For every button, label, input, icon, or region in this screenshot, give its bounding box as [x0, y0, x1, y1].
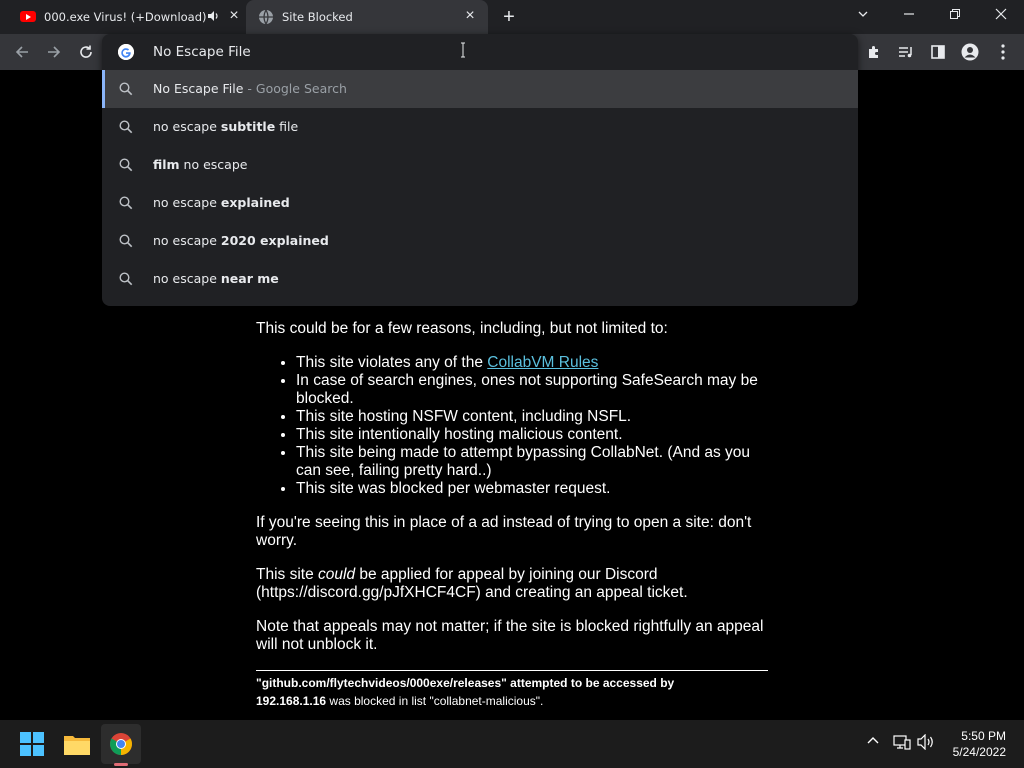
taskbar: 5:50 PM 5/24/2022: [0, 720, 1024, 768]
network-icon[interactable]: [893, 734, 911, 753]
side-panel-icon[interactable]: [927, 41, 949, 63]
close-window-button[interactable]: [978, 0, 1024, 30]
close-tab-icon[interactable]: ×: [462, 8, 478, 24]
tab-title: 000.exe Virus! (+Download): [44, 10, 207, 24]
back-button[interactable]: [10, 40, 34, 64]
list-item: In case of search engines, ones not supp…: [296, 372, 772, 408]
extensions-icon[interactable]: [863, 41, 885, 63]
chevron-up-icon[interactable]: [866, 734, 880, 751]
google-icon: [118, 44, 134, 60]
search-icon: [119, 158, 133, 172]
tab-search-icon[interactable]: [840, 0, 886, 30]
list-item: This site being made to attempt bypassin…: [296, 444, 772, 480]
suggestion-item[interactable]: No Escape File - Google Search: [102, 70, 858, 108]
speaker-icon[interactable]: [206, 9, 220, 25]
search-icon: [119, 234, 133, 248]
clock[interactable]: 5:50 PM 5/24/2022: [953, 728, 1006, 760]
menu-icon[interactable]: [992, 41, 1014, 63]
search-icon: [119, 120, 133, 134]
suggestion-text: no escape 2020 explained: [153, 233, 329, 248]
suggestion-item[interactable]: no escape explained: [102, 184, 858, 222]
tab-title: Site Blocked: [282, 10, 353, 24]
start-icon[interactable]: [12, 724, 52, 764]
forward-button[interactable]: [42, 40, 66, 64]
youtube-icon: [20, 9, 36, 25]
restore-button[interactable]: [932, 0, 978, 30]
blocked-page-content: This could be for a few reasons, includi…: [256, 320, 772, 710]
minimize-button[interactable]: [886, 0, 932, 30]
file-explorer-icon[interactable]: [57, 724, 97, 764]
suggestion-text: no escape subtitle file: [153, 119, 299, 134]
search-icon: [119, 82, 133, 96]
reasons-list: This site violates any of the CollabVM R…: [296, 354, 772, 498]
footer-tail: was blocked in list "collabnet-malicious…: [326, 694, 544, 708]
search-icon: [119, 272, 133, 286]
chrome-icon[interactable]: [101, 724, 141, 764]
divider: [256, 670, 768, 671]
appeal-note: Note that appeals may not matter; if the…: [256, 618, 764, 653]
appeal-text: This site could be applied for appeal by…: [256, 566, 688, 601]
omnibox-input[interactable]: No Escape File: [153, 44, 251, 60]
suggestion-text: No Escape File - Google Search: [153, 81, 347, 96]
text-cursor-icon: [460, 42, 466, 60]
suggestion-text: no escape near me: [153, 271, 279, 286]
suggestion-item[interactable]: film no escape: [102, 146, 858, 184]
list-item: This site hosting NSFW content, includin…: [296, 408, 772, 426]
list-item: This site intentionally hosting maliciou…: [296, 426, 772, 444]
intro-text: This could be for a few reasons, includi…: [256, 320, 668, 337]
profile-icon[interactable]: [959, 41, 981, 63]
clock-date: 5/24/2022: [952, 745, 1006, 759]
new-tab-button[interactable]: +: [498, 7, 520, 29]
suggestion-text: film no escape: [153, 157, 248, 172]
list-item: This site was blocked per webmaster requ…: [296, 480, 772, 498]
close-tab-icon[interactable]: ×: [226, 8, 242, 24]
globe-icon: [258, 9, 274, 25]
clock-time: 5:50 PM: [961, 729, 1006, 743]
suggestion-text: no escape explained: [153, 195, 290, 210]
suggestion-item[interactable]: no escape 2020 explained: [102, 222, 858, 260]
omnibox-dropdown: No Escape File No Escape File - Google S…: [102, 34, 858, 306]
collabvm-rules-link[interactable]: CollabVM Rules: [487, 354, 598, 371]
suggestion-item[interactable]: no escape subtitle file: [102, 108, 858, 146]
tab-site-blocked[interactable]: Site Blocked ×: [246, 0, 488, 34]
tab-youtube-video[interactable]: 000.exe Virus! (+Download) ×: [8, 0, 246, 34]
media-control-icon[interactable]: [895, 41, 917, 63]
block-footer: "github.com/flytechvideos/000exe/release…: [256, 674, 772, 710]
volume-icon[interactable]: [917, 733, 935, 753]
footer-ip: 192.168.1.16: [256, 694, 327, 708]
reload-button[interactable]: [74, 40, 98, 64]
ad-note: If you're seeing this in place of a ad i…: [256, 514, 752, 549]
search-icon: [119, 196, 133, 210]
active-app-indicator: [114, 763, 128, 766]
suggestion-item[interactable]: no escape near me: [102, 260, 858, 298]
footer-url: "github.com/flytechvideos/000exe/release…: [256, 676, 675, 690]
list-item: This site violates any of the CollabVM R…: [296, 354, 772, 372]
address-bar[interactable]: No Escape File: [102, 34, 858, 70]
tab-strip: 000.exe Virus! (+Download) × Site Blocke…: [0, 0, 1024, 34]
